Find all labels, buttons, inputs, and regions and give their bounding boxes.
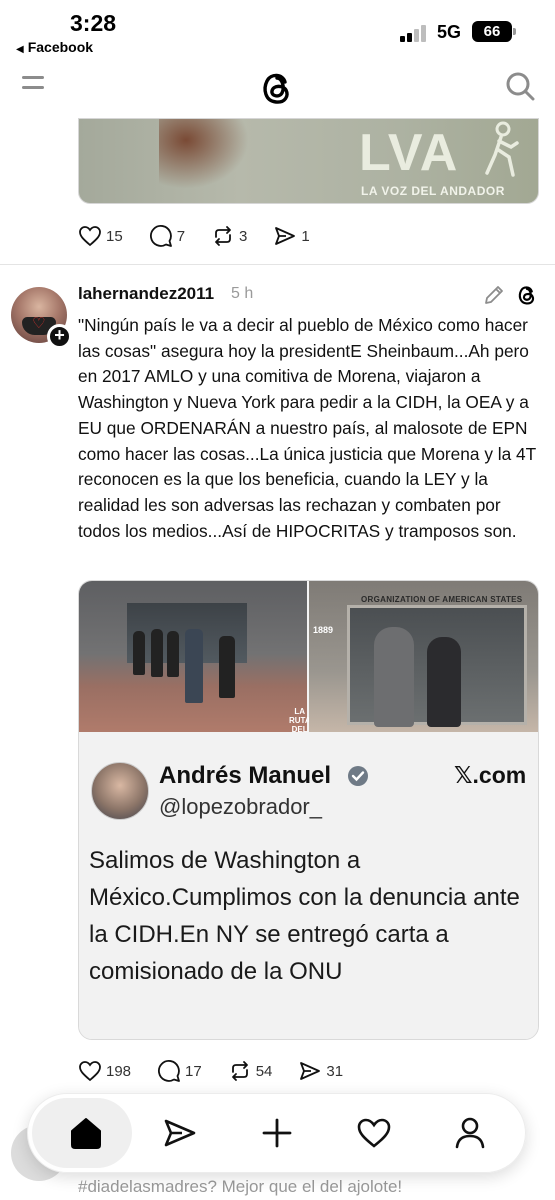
pencil-icon[interactable] bbox=[483, 284, 505, 306]
photo-person bbox=[427, 637, 461, 727]
photo-person bbox=[133, 631, 145, 675]
oas-sign: ORGANIZATION OF AMERICAN STATES bbox=[361, 595, 523, 604]
share-button[interactable]: 31 bbox=[298, 1059, 343, 1083]
previous-post-image[interactable]: LVA LA VOZ DEL ANDADOR bbox=[78, 118, 539, 204]
repost-icon bbox=[215, 226, 231, 246]
lva-logo-subtitle: LA VOZ DEL ANDADOR bbox=[361, 184, 505, 198]
back-to-app[interactable]: ◀ Facebook bbox=[16, 39, 93, 55]
tweet-text: Salimos de Washington a México.Cumplimos… bbox=[89, 847, 520, 985]
heart-icon[interactable] bbox=[354, 1113, 394, 1153]
back-triangle-icon: ◀ bbox=[16, 44, 24, 55]
like-count: 198 bbox=[106, 1062, 132, 1080]
status-bar: 3:28 ◀ Facebook 5G 66 bbox=[0, 0, 555, 62]
tweet-source: 𝕏.com bbox=[454, 762, 527, 788]
embedded-tweet: Andrés Manuel 𝕏.com @lopezobrador_ Salim… bbox=[79, 732, 538, 1039]
network-type: 5G bbox=[437, 22, 462, 42]
verified-badge-icon bbox=[348, 766, 368, 786]
walker-icon bbox=[485, 121, 519, 177]
post-actions: 198 17 54 31 bbox=[78, 1056, 369, 1086]
reply-count: 7 bbox=[176, 227, 186, 245]
tweet-handle: @lopezobrador_ bbox=[159, 794, 322, 819]
photo-oas-building: ORGANIZATION OF AMERICAN STATES 1889 bbox=[309, 581, 538, 732]
repost-count: 54 bbox=[255, 1062, 273, 1080]
photo-person bbox=[167, 631, 179, 677]
like-count: 15 bbox=[106, 227, 123, 245]
share-count: 31 bbox=[326, 1062, 344, 1080]
tweet-author-name: Andrés Manuel bbox=[159, 762, 332, 789]
image-detail bbox=[159, 119, 249, 189]
repost-button[interactable]: 3 bbox=[211, 224, 247, 248]
status-time: 3:28 bbox=[70, 10, 117, 36]
post-text: "Ningún país le va a decir al pueblo de … bbox=[78, 315, 536, 541]
post-media[interactable]: LA RUTA DEL REY ORGANIZATION OF AMERICAN… bbox=[78, 580, 539, 1040]
send-icon bbox=[275, 227, 296, 245]
previous-post-actions: 15 7 3 1 bbox=[78, 221, 336, 251]
send-icon[interactable] bbox=[160, 1113, 200, 1153]
photo-person bbox=[219, 636, 235, 698]
home-icon[interactable] bbox=[66, 1113, 106, 1153]
photo-person bbox=[185, 629, 203, 703]
heart-icon bbox=[79, 1061, 101, 1082]
reply-count: 17 bbox=[185, 1062, 202, 1080]
threads-logo-icon[interactable] bbox=[259, 68, 295, 108]
repost-count: 3 bbox=[239, 227, 248, 245]
heart-icon bbox=[79, 226, 101, 247]
tweet-avatar bbox=[91, 762, 149, 820]
send-icon bbox=[300, 1062, 321, 1080]
search-icon[interactable] bbox=[505, 71, 535, 101]
menu-icon[interactable] bbox=[22, 76, 46, 96]
battery-indicator: 66 bbox=[472, 21, 516, 42]
like-button[interactable]: 15 bbox=[78, 224, 123, 248]
threads-logo-icon[interactable] bbox=[516, 283, 538, 307]
comment-icon bbox=[158, 1060, 180, 1082]
post-username[interactable]: lahernandez2011 bbox=[78, 284, 214, 304]
bottom-nav bbox=[27, 1093, 526, 1173]
reply-button[interactable]: 17 bbox=[157, 1059, 202, 1083]
follow-plus-icon[interactable]: + bbox=[47, 324, 72, 349]
like-button[interactable]: 198 bbox=[78, 1059, 131, 1083]
post-timestamp: 5 h bbox=[231, 285, 254, 302]
photo-group-walking: LA RUTA DEL REY bbox=[79, 581, 311, 743]
back-app-label: Facebook bbox=[27, 39, 94, 55]
top-nav bbox=[0, 62, 555, 118]
repost-icon bbox=[231, 1061, 248, 1081]
photo-person bbox=[374, 627, 414, 727]
post-divider bbox=[0, 264, 555, 265]
plus-icon[interactable] bbox=[257, 1113, 297, 1153]
reply-button[interactable]: 7 bbox=[149, 224, 185, 248]
next-post-text: #diadelasmadres? Mejor que el del ajolot… bbox=[78, 1177, 403, 1196]
share-button[interactable]: 1 bbox=[273, 224, 310, 248]
repost-button[interactable]: 54 bbox=[228, 1059, 273, 1083]
share-count: 1 bbox=[301, 227, 310, 245]
profile-icon[interactable] bbox=[450, 1113, 490, 1153]
lva-logo-text: LVA bbox=[359, 124, 459, 182]
building-year: 1889 bbox=[313, 625, 334, 635]
comment-icon bbox=[149, 225, 172, 247]
photo-person bbox=[151, 629, 163, 677]
signal-icon bbox=[400, 24, 430, 42]
lva-logo: LVA LA VOZ DEL ANDADOR bbox=[359, 119, 538, 203]
